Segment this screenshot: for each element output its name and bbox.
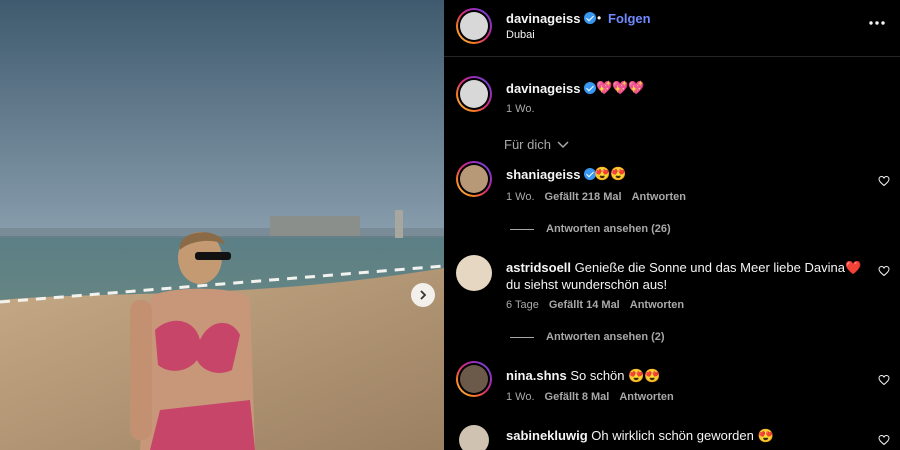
- reply-button[interactable]: Antworten: [632, 191, 686, 203]
- verified-icon: [584, 82, 597, 94]
- comment-avatar[interactable]: [456, 361, 492, 397]
- verified-icon: [584, 12, 597, 24]
- comment-likes[interactable]: Gefällt 218 Mal: [545, 191, 622, 203]
- caption-username[interactable]: davinageiss: [506, 81, 597, 96]
- comment-username[interactable]: nina.shns: [506, 368, 567, 383]
- follow-button[interactable]: Folgen: [608, 11, 651, 26]
- comment-username[interactable]: shaniageiss: [506, 167, 597, 182]
- comment-text: Genieße die Sonne und das Meer liebe Dav…: [574, 260, 862, 275]
- view-replies-button[interactable]: Antworten ansehen (2): [510, 331, 665, 343]
- comment-meta: 6 Tage Gefällt 14 Mal Antworten: [506, 299, 684, 311]
- comments-panel: davinageiss • Folgen Dubai davinageiss 💖…: [444, 0, 900, 450]
- caption-text: 💖💖💖: [596, 80, 645, 95]
- comment-body: nina.shns So schön 😍😍: [506, 367, 661, 384]
- comment-likes[interactable]: Gefällt 14 Mal: [549, 299, 620, 311]
- caption-time: 1 Wo.: [506, 103, 535, 115]
- author-avatar[interactable]: [456, 8, 492, 44]
- comment-avatar[interactable]: [456, 161, 492, 197]
- caption-avatar[interactable]: [456, 76, 492, 112]
- comment-body: astridsoell Genieße die Sonne und das Me…: [506, 259, 861, 276]
- comment-meta: 1 Wo. Gefällt 218 Mal Antworten: [506, 191, 686, 203]
- beach-photo: [0, 0, 444, 450]
- reply-button[interactable]: Antworten: [630, 299, 684, 311]
- post-image: [0, 0, 444, 450]
- separator-dot: •: [597, 11, 602, 25]
- author-username[interactable]: davinageiss: [506, 11, 597, 26]
- comment-time: 6 Tage: [506, 299, 539, 311]
- comment-time: 1 Wo.: [506, 391, 535, 403]
- comment-body: sabinekluwig Oh wirklich schön geworden …: [506, 427, 774, 444]
- view-replies-button[interactable]: Antworten ansehen (26): [510, 223, 671, 235]
- location-link[interactable]: Dubai: [506, 29, 535, 41]
- reply-button[interactable]: Antworten: [619, 391, 673, 403]
- replies-divider: [510, 228, 534, 230]
- comment-username[interactable]: astridsoell: [506, 260, 571, 275]
- comment-text-continued: du siehst wunderschön aus!: [506, 277, 668, 292]
- comment-likes[interactable]: Gefällt 8 Mal: [545, 391, 610, 403]
- comment-meta: 1 Wo. Gefällt 8 Mal Antworten: [506, 391, 674, 403]
- like-heart-icon[interactable]: [878, 374, 890, 386]
- post-header: davinageiss • Folgen Dubai: [444, 0, 900, 57]
- chevron-down-icon: [557, 140, 569, 148]
- like-heart-icon[interactable]: [878, 175, 890, 187]
- like-heart-icon[interactable]: [878, 434, 890, 446]
- replies-divider: [510, 336, 534, 338]
- comment-time: 1 Wo.: [506, 191, 535, 203]
- comment-text: So schön 😍😍: [570, 368, 661, 383]
- sort-dropdown[interactable]: Für dich: [504, 137, 569, 152]
- view-replies-label: Antworten ansehen (2): [546, 331, 665, 343]
- view-replies-label: Antworten ansehen (26): [546, 223, 671, 235]
- like-heart-icon[interactable]: [878, 265, 890, 277]
- comment-text: Oh wirklich schön geworden 😍: [591, 428, 774, 443]
- comment-username[interactable]: sabinekluwig: [506, 428, 588, 443]
- comment-text: 😍😍: [594, 166, 627, 181]
- more-options-icon[interactable]: [868, 20, 886, 26]
- sort-label: Für dich: [504, 137, 551, 152]
- comment-avatar[interactable]: [456, 255, 492, 291]
- chevron-right-icon: [420, 290, 427, 300]
- comment-avatar[interactable]: [459, 425, 489, 450]
- next-image-button[interactable]: [411, 283, 435, 307]
